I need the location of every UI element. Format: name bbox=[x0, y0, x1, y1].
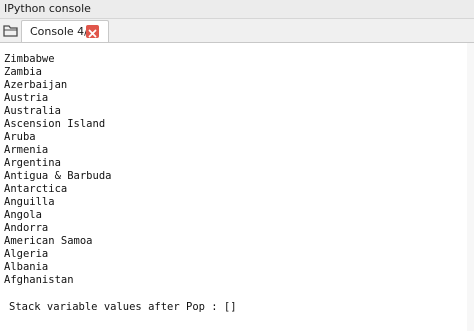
title-bar: IPython console bbox=[0, 0, 474, 19]
output-line: Aruba bbox=[4, 131, 36, 143]
output-line: Ascension Island bbox=[4, 118, 106, 130]
output-line: Zimbabwe bbox=[4, 53, 55, 65]
ipython-console-window: IPython console Console 4/A Zimbabwe Zamb… bbox=[0, 0, 474, 331]
output-line: Australia bbox=[4, 105, 61, 117]
vertical-scrollbar[interactable] bbox=[467, 43, 474, 331]
output-line: Azerbaijan bbox=[4, 79, 68, 91]
output-line: Argentina bbox=[4, 157, 61, 169]
output-line: Zambia bbox=[4, 66, 42, 78]
stack-message: Stack variable values after Pop : [] bbox=[9, 301, 237, 313]
output-lines: Zimbabwe Zambia Azerbaijan Austria Australia… bbox=[4, 53, 111, 287]
output-line: Afghanistan bbox=[4, 274, 74, 286]
output-line: Anguilla bbox=[4, 196, 55, 208]
output-line: American Samoa bbox=[4, 235, 93, 247]
folder-icon[interactable] bbox=[2, 22, 20, 39]
output-line: Andorra bbox=[4, 222, 49, 234]
tab-bar: Console 4/A bbox=[0, 19, 474, 43]
tab-console-4a[interactable]: Console 4/A bbox=[21, 20, 109, 42]
output-line: Antigua & Barbuda bbox=[4, 170, 112, 182]
output-line: Angola bbox=[4, 209, 42, 221]
output-line: Albania bbox=[4, 261, 49, 273]
output-line: Antarctica bbox=[4, 183, 68, 195]
window-title: IPython console bbox=[4, 2, 91, 15]
output-line: Armenia bbox=[4, 144, 49, 156]
output-line: Austria bbox=[4, 92, 49, 104]
output-line: Algeria bbox=[4, 248, 49, 260]
close-icon[interactable] bbox=[86, 25, 99, 38]
console-output[interactable]: Zimbabwe Zambia Azerbaijan Austria Australia… bbox=[0, 43, 474, 331]
